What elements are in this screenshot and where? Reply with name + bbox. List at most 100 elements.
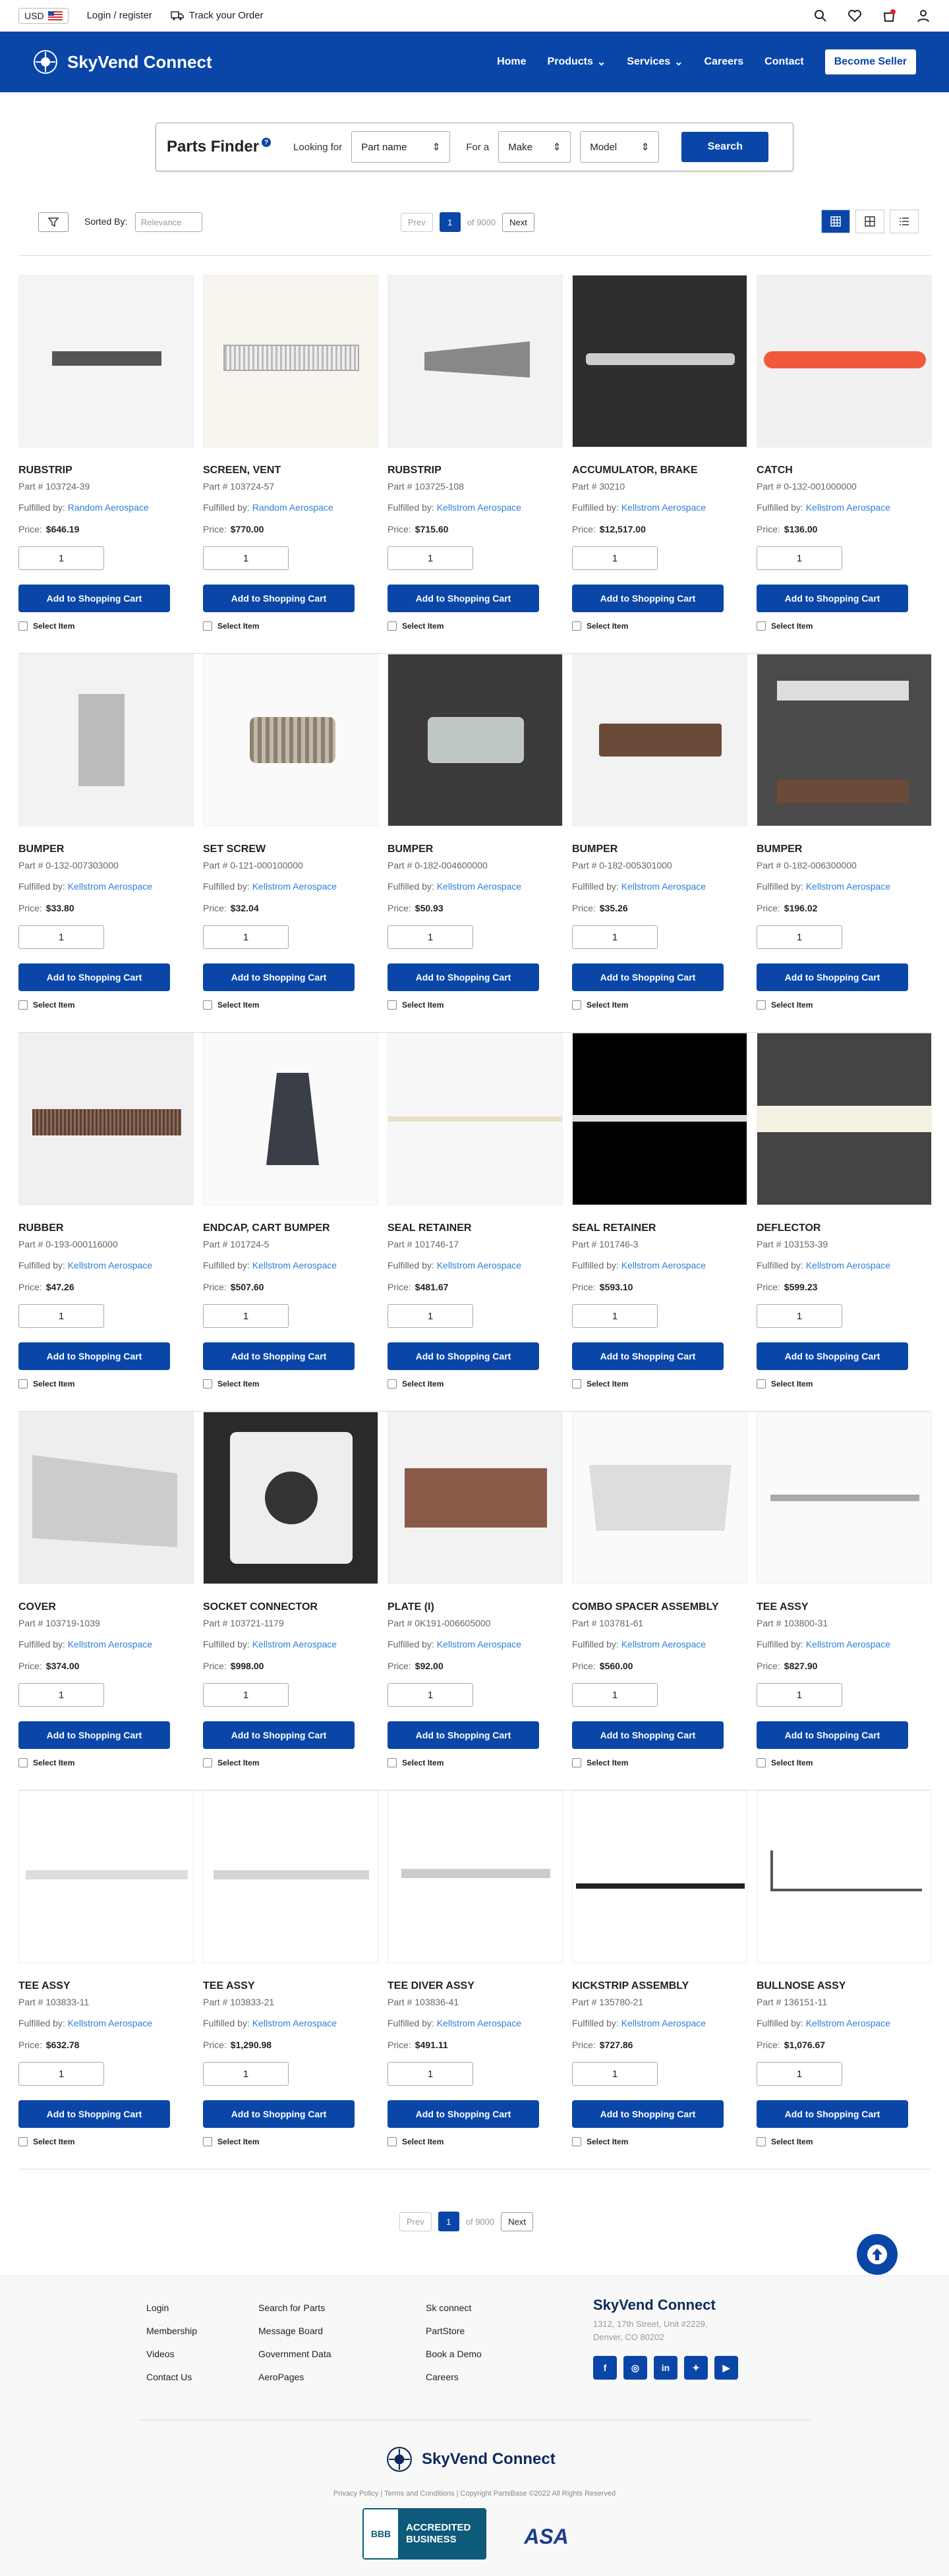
select-item[interactable]: Select Item (572, 1000, 747, 1010)
quantity-input[interactable]: 1 (388, 1304, 473, 1328)
quantity-input[interactable]: 1 (572, 1304, 658, 1328)
product-name[interactable]: BUMPER (388, 844, 563, 855)
select-item[interactable]: Select Item (203, 1379, 378, 1388)
product-name[interactable]: SET SCREW (203, 844, 378, 855)
product-name[interactable]: CATCH (757, 465, 932, 476)
grid-small-view-button[interactable] (855, 210, 884, 233)
footer-link[interactable]: Contact Us (146, 2372, 197, 2382)
add-to-cart-button[interactable]: Add to Shopping Cart (18, 1721, 170, 1749)
seller-link[interactable]: Kellstrom Aerospace (621, 2018, 706, 2028)
select-item[interactable]: Select Item (388, 2137, 563, 2146)
add-to-cart-button[interactable]: Add to Shopping Cart (203, 1342, 355, 1370)
part-name-select[interactable]: Part name ⇕ (351, 131, 451, 163)
select-item[interactable]: Select Item (18, 1758, 194, 1767)
sort-select[interactable]: Relevance (135, 212, 202, 232)
select-item[interactable]: Select Item (203, 1000, 378, 1010)
footer-link[interactable]: Membership (146, 2326, 197, 2336)
select-item[interactable]: Select Item (388, 1758, 563, 1767)
footer-logo[interactable]: SkyVend Connect (386, 2446, 556, 2473)
select-item-checkbox[interactable] (388, 621, 397, 631)
footer-link[interactable]: Book a Demo (426, 2349, 482, 2359)
seller-link[interactable]: Random Aerospace (252, 502, 333, 513)
quantity-input[interactable]: 1 (388, 546, 473, 570)
quantity-input[interactable]: 1 (572, 925, 658, 949)
product-name[interactable]: TEE ASSY (203, 1980, 378, 1992)
footer-link[interactable]: Videos (146, 2349, 197, 2359)
select-item-checkbox[interactable] (388, 1000, 397, 1010)
cart-icon[interactable] (882, 9, 896, 23)
select-item[interactable]: Select Item (388, 1000, 563, 1010)
product-name[interactable]: BUMPER (572, 844, 747, 855)
model-select[interactable]: Model ⇕ (580, 131, 660, 163)
select-item-checkbox[interactable] (18, 1379, 28, 1388)
become-seller-button[interactable]: Become Seller (824, 49, 916, 74)
select-item[interactable]: Select Item (388, 621, 563, 631)
nav-careers[interactable]: Careers (705, 56, 744, 68)
seller-link[interactable]: Kellstrom Aerospace (621, 881, 706, 892)
add-to-cart-button[interactable]: Add to Shopping Cart (757, 963, 908, 991)
select-item[interactable]: Select Item (757, 621, 932, 631)
search-icon[interactable] (813, 9, 828, 23)
product-image[interactable] (203, 1412, 378, 1584)
twitter-icon[interactable]: ✦ (684, 2356, 708, 2380)
seller-link[interactable]: Kellstrom Aerospace (252, 881, 337, 892)
footer-link[interactable]: Careers (426, 2372, 482, 2382)
quantity-input[interactable]: 1 (572, 1683, 658, 1707)
add-to-cart-button[interactable]: Add to Shopping Cart (572, 1721, 724, 1749)
track-order-link[interactable]: Track your Order (171, 10, 264, 21)
quantity-input[interactable]: 1 (18, 2062, 104, 2086)
product-name[interactable]: COVER (18, 1601, 194, 1613)
select-item-checkbox[interactable] (572, 1379, 581, 1388)
select-item-checkbox[interactable] (18, 2137, 28, 2146)
nav-home[interactable]: Home (497, 56, 526, 68)
make-select[interactable]: Make ⇕ (498, 131, 571, 163)
select-item-checkbox[interactable] (203, 2137, 212, 2146)
seller-link[interactable]: Kellstrom Aerospace (252, 1639, 337, 1649)
seller-link[interactable]: Kellstrom Aerospace (621, 502, 706, 513)
add-to-cart-button[interactable]: Add to Shopping Cart (757, 1721, 908, 1749)
product-image[interactable] (572, 1412, 747, 1584)
select-item-checkbox[interactable] (757, 621, 766, 631)
instagram-icon[interactable]: ◎ (623, 2356, 647, 2380)
filter-button[interactable] (38, 212, 69, 232)
seller-link[interactable]: Kellstrom Aerospace (437, 881, 521, 892)
add-to-cart-button[interactable]: Add to Shopping Cart (757, 1342, 908, 1370)
user-icon[interactable] (916, 9, 931, 23)
quantity-input[interactable]: 1 (572, 2062, 658, 2086)
product-name[interactable]: RUBBER (18, 1222, 194, 1234)
product-name[interactable]: COMBO SPACER ASSEMBLY (572, 1601, 747, 1613)
add-to-cart-button[interactable]: Add to Shopping Cart (203, 2100, 355, 2128)
seller-link[interactable]: Kellstrom Aerospace (68, 881, 152, 892)
seller-link[interactable]: Kellstrom Aerospace (68, 1260, 152, 1271)
help-icon[interactable]: ? (262, 138, 272, 147)
quantity-input[interactable]: 1 (757, 2062, 842, 2086)
search-button[interactable]: Search (681, 132, 769, 162)
product-image[interactable] (203, 1790, 378, 1963)
product-image[interactable] (18, 1033, 194, 1205)
add-to-cart-button[interactable]: Add to Shopping Cart (388, 1721, 539, 1749)
add-to-cart-button[interactable]: Add to Shopping Cart (388, 1342, 539, 1370)
product-image[interactable] (203, 275, 378, 447)
add-to-cart-button[interactable]: Add to Shopping Cart (18, 2100, 170, 2128)
select-item-checkbox[interactable] (18, 1758, 28, 1767)
next-button[interactable]: Next (501, 2212, 533, 2231)
select-item-checkbox[interactable] (572, 1000, 581, 1010)
select-item-checkbox[interactable] (757, 1000, 766, 1010)
product-image[interactable] (572, 1033, 747, 1205)
nav-products[interactable]: Products ⌄ (548, 55, 606, 69)
product-image[interactable] (18, 1412, 194, 1584)
login-register-link[interactable]: Login / register (87, 10, 152, 21)
quantity-input[interactable]: 1 (203, 546, 289, 570)
select-item[interactable]: Select Item (572, 1758, 747, 1767)
product-image[interactable] (388, 654, 563, 826)
footer-link[interactable]: Login (146, 2303, 197, 2313)
facebook-icon[interactable]: f (593, 2356, 617, 2380)
product-image[interactable] (388, 1412, 563, 1584)
footer-link[interactable]: PartStore (426, 2326, 482, 2336)
quantity-input[interactable]: 1 (18, 925, 104, 949)
footer-link[interactable]: Search for Parts (258, 2303, 331, 2313)
product-image[interactable] (757, 1412, 932, 1584)
quantity-input[interactable]: 1 (757, 1683, 842, 1707)
select-item[interactable]: Select Item (572, 1379, 747, 1388)
add-to-cart-button[interactable]: Add to Shopping Cart (18, 1342, 170, 1370)
